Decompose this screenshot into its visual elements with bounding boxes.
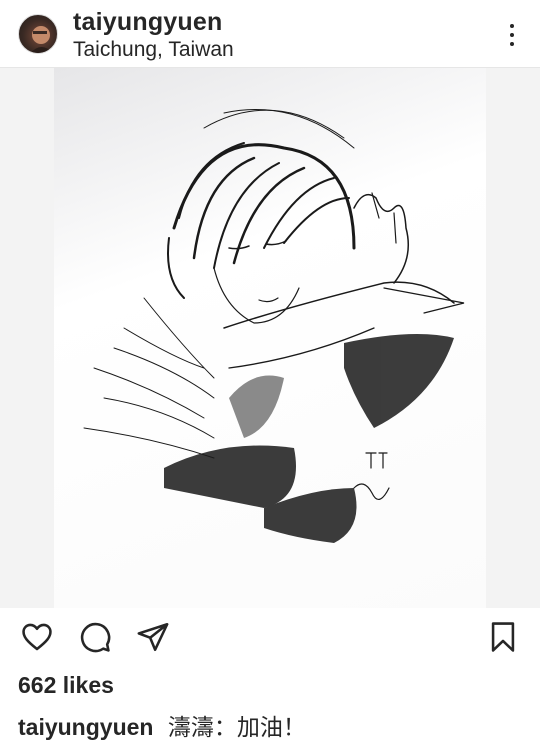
dot bbox=[510, 42, 514, 46]
sketch-artwork bbox=[83, 109, 465, 543]
post-image[interactable] bbox=[54, 68, 486, 608]
post-image-frame[interactable] bbox=[0, 68, 540, 608]
caption-username[interactable]: taiyungyuen bbox=[18, 714, 153, 740]
post-location[interactable]: Taichung, Taiwan bbox=[73, 38, 234, 62]
heart-icon-svg bbox=[22, 623, 52, 651]
bookmark-icon-svg bbox=[491, 622, 515, 652]
caption-text: 濤濤：加油！ bbox=[167, 715, 306, 741]
send-icon-svg bbox=[137, 622, 169, 652]
avatar[interactable] bbox=[18, 14, 58, 54]
likes-count[interactable]: 662 likes bbox=[18, 672, 114, 699]
comment-icon[interactable] bbox=[78, 620, 112, 654]
avatar-image bbox=[30, 26, 54, 53]
dot bbox=[510, 24, 514, 28]
post-actions-bar bbox=[0, 612, 540, 664]
post-username[interactable]: taiyungyuen bbox=[73, 8, 222, 37]
post-header: taiyungyuen Taichung, Taiwan bbox=[0, 0, 540, 68]
send-icon[interactable] bbox=[136, 620, 170, 654]
bookmark-icon[interactable] bbox=[486, 620, 520, 654]
heart-icon[interactable] bbox=[20, 620, 54, 654]
dot bbox=[510, 33, 514, 37]
comment-icon-svg bbox=[80, 622, 111, 653]
more-vertical-icon[interactable] bbox=[500, 20, 524, 50]
post-caption: taiyungyuen 濤濤：加油！ bbox=[18, 708, 306, 742]
